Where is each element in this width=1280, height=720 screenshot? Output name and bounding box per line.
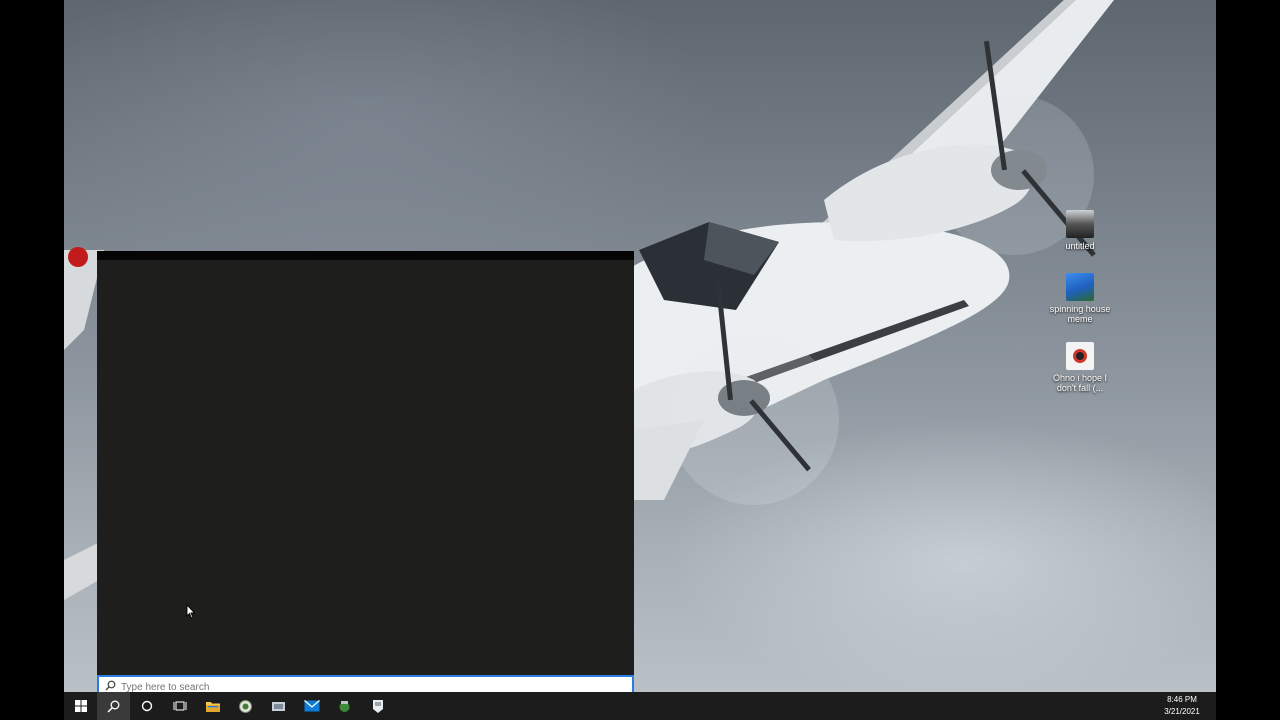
clock-date: 3/21/2021 — [1164, 707, 1200, 716]
search-icon — [107, 700, 120, 713]
mail-icon — [303, 700, 320, 712]
taskbar-app-3[interactable] — [328, 692, 361, 720]
media-file-icon — [1066, 342, 1094, 370]
system-clock[interactable]: 8:46 PM 3/21/2021 — [1152, 694, 1212, 718]
desktop-icon-ohno[interactable]: Ohno i hope I don't fall (... — [1048, 342, 1112, 393]
video-thumbnail-icon — [1066, 210, 1094, 238]
desktop-icon-spinning-house-meme[interactable]: spinning house meme — [1048, 273, 1112, 324]
desktop-icon-label: Ohno i hope I don't fall (... — [1052, 373, 1108, 393]
mouse-cursor-icon — [186, 604, 196, 619]
app-icon — [339, 700, 350, 712]
taskbar-app-4[interactable] — [361, 692, 394, 720]
task-view-icon — [173, 701, 186, 711]
mail-button[interactable] — [295, 692, 328, 720]
taskbar-search-button[interactable] — [97, 692, 130, 720]
taskbar-app-1[interactable] — [229, 692, 262, 720]
desktop-icon-label: untitled — [1065, 241, 1095, 251]
taskbar: 8:46 PM 3/21/2021 — [64, 692, 1216, 720]
clock-time: 8:46 PM — [1167, 695, 1197, 704]
cortana-icon — [141, 700, 152, 712]
app-icon — [239, 699, 252, 713]
app-icon — [372, 699, 383, 713]
search-results-panel — [97, 251, 634, 675]
image-thumbnail-icon — [1066, 273, 1094, 301]
search-icon — [99, 679, 121, 693]
windows-logo-icon — [74, 700, 87, 712]
folder-icon — [205, 701, 220, 712]
task-view-button[interactable] — [163, 692, 196, 720]
desktop-icon-untitled[interactable]: untitled — [1048, 210, 1112, 251]
cortana-button[interactable] — [130, 692, 163, 720]
file-explorer-button[interactable] — [196, 692, 229, 720]
app-icon — [272, 701, 285, 711]
desktop-icon-label: spinning house meme — [1049, 304, 1111, 324]
taskbar-app-2[interactable] — [262, 692, 295, 720]
start-button[interactable] — [64, 692, 97, 720]
